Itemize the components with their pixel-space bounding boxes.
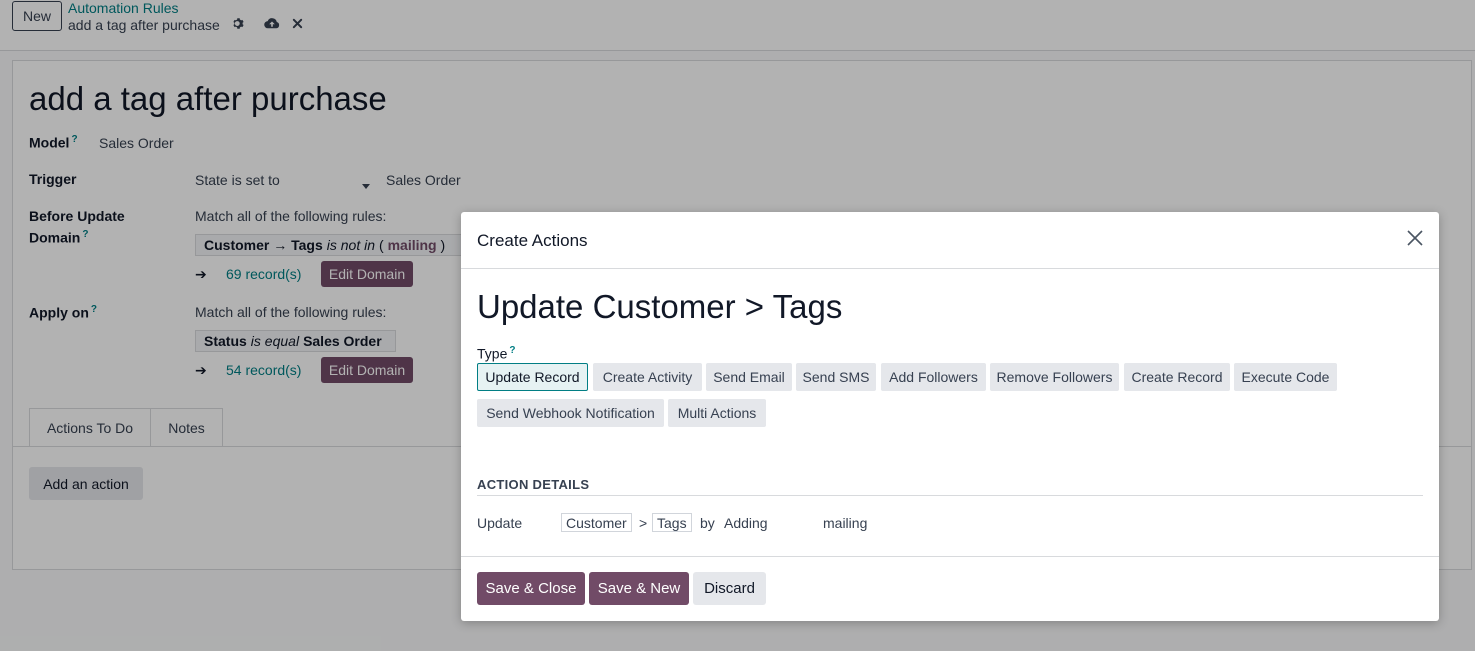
help-tooltip-icon[interactable]: ?	[509, 345, 515, 356]
type-remove-followers-button[interactable]: Remove Followers	[990, 363, 1119, 391]
type-update-record-button[interactable]: Update Record	[477, 363, 588, 391]
dialog-title: Create Actions	[477, 231, 588, 250]
type-send-sms-button[interactable]: Send SMS	[796, 363, 876, 391]
action-name-heading[interactable]: Update Customer > Tags	[477, 288, 842, 326]
type-label: Type?	[477, 345, 516, 362]
create-actions-dialog: Create Actions Update Customer > Tags Ty…	[461, 212, 1439, 621]
type-create-record-button[interactable]: Create Record	[1124, 363, 1230, 391]
type-execute-code-button[interactable]: Execute Code	[1234, 363, 1337, 391]
close-icon[interactable]	[1405, 228, 1425, 248]
discard-button[interactable]: Discard	[693, 572, 766, 605]
type-create-activity-button[interactable]: Create Activity	[593, 363, 702, 391]
save-close-button[interactable]: Save & Close	[477, 572, 585, 605]
dialog-footer: Save & Close Save & New Discard	[461, 556, 1439, 621]
field-path-tags[interactable]: Tags	[652, 513, 692, 532]
by-label: by	[700, 515, 715, 531]
field-path-separator: >	[639, 515, 648, 531]
type-add-followers-button[interactable]: Add Followers	[881, 363, 986, 391]
action-details-divider	[477, 495, 1423, 496]
save-new-button[interactable]: Save & New	[589, 572, 689, 605]
tag-value-field[interactable]: mailing	[823, 515, 867, 531]
action-details-title: ACTION DETAILS	[477, 477, 590, 492]
type-multi-actions-button[interactable]: Multi Actions	[668, 399, 766, 427]
dialog-header: Create Actions	[461, 212, 1439, 269]
field-path-customer[interactable]: Customer	[561, 513, 632, 532]
update-label: Update	[477, 515, 523, 531]
update-mode-select[interactable]: Adding	[724, 515, 768, 531]
type-send-email-button[interactable]: Send Email	[706, 363, 792, 391]
type-send-webhook-button[interactable]: Send Webhook Notification	[477, 399, 664, 427]
